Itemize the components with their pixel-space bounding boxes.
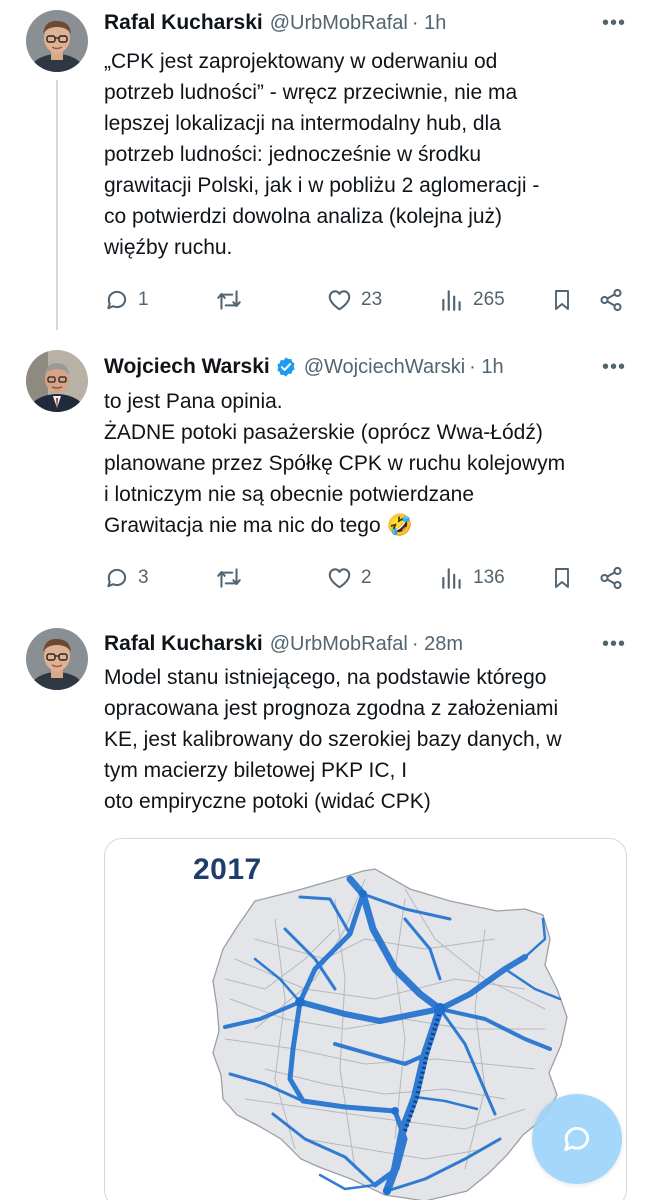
bookmark-button[interactable] (550, 285, 574, 315)
like-icon (328, 290, 351, 311)
views-icon (442, 290, 461, 311)
chat-bubble-icon (564, 1127, 590, 1152)
author-name[interactable]: Rafal Kucharski (104, 632, 263, 656)
reply-count: 1 (138, 289, 149, 310)
like-icon (328, 568, 351, 589)
tweet-text-line: lepszej lokalizacji na intermodalny hub,… (104, 112, 501, 135)
share-button[interactable] (598, 563, 624, 593)
tweet-header: Wojciech Warski @WojciechWarski · 1h ••• (104, 352, 632, 382)
tweet-text-line: oto empiryczne potoki (widać CPK) (104, 790, 431, 813)
tweet-text-line: KE, jest kalibrowany do szerokiej bazy d… (104, 728, 562, 751)
compose-reply-button[interactable] (532, 1094, 622, 1184)
thread-line (56, 80, 58, 330)
like-count: 2 (361, 567, 372, 588)
tweet-text-line: to jest Pana opinia. (104, 390, 283, 413)
tweet-header: Rafal Kucharski @UrbMobRafal · 1h ••• (104, 8, 632, 38)
reply-button[interactable]: 1 (104, 285, 149, 315)
tweet-actions: 3 2 136 (104, 563, 632, 593)
author-name[interactable]: Rafal Kucharski (104, 11, 263, 35)
views-button[interactable]: 265 (439, 285, 505, 315)
author-handle[interactable]: @UrbMobRafal (270, 12, 408, 35)
share-icon (600, 288, 622, 312)
repost-button[interactable] (215, 285, 243, 315)
views-count: 265 (473, 289, 505, 310)
tweet-time[interactable]: · 1h (469, 356, 503, 379)
tweet-text-line: Grawitacja nie ma nic do tego 🤣 (104, 514, 413, 537)
tweet-1[interactable]: Rafal Kucharski @UrbMobRafal · 1h ••• „C… (0, 0, 652, 334)
views-icon (442, 568, 461, 589)
more-options-icon[interactable]: ••• (602, 12, 626, 35)
author-handle[interactable]: @UrbMobRafal (270, 633, 408, 656)
tweet-text: Model stanu istniejącego, na podstawie k… (104, 662, 634, 817)
tweet-text-line: planowane przez Spółkę CPK w ruchu kolej… (104, 452, 566, 475)
tweet-text: to jest Pana opinia. ŻADNE potoki pasaże… (104, 386, 634, 541)
tweet-text-line: Model stanu istniejącego, na podstawie k… (104, 666, 547, 689)
avatar-rafal-kucharski[interactable] (26, 10, 88, 72)
more-options-icon[interactable]: ••• (602, 633, 626, 656)
bookmark-button[interactable] (550, 563, 574, 593)
repost-icon (217, 290, 241, 310)
reply-icon (107, 568, 127, 588)
share-button[interactable] (598, 285, 624, 315)
tweet-text-line: opracowana jest prognoza zgodna z założe… (104, 697, 559, 720)
reply-icon (107, 290, 127, 310)
repost-icon (217, 568, 241, 588)
tweet-text-line: potrzeb ludności: jednocześnie w środku (104, 143, 482, 166)
more-options-icon[interactable]: ••• (602, 356, 626, 379)
tweet-text-line: co potwierdzi dowolna analiza (kolejna j… (104, 205, 503, 228)
tweet-text: „CPK jest zaprojektowany w oderwaniu od … (104, 46, 634, 263)
like-count: 23 (361, 289, 383, 310)
repost-button[interactable] (215, 563, 243, 593)
views-button[interactable]: 136 (439, 563, 505, 593)
tweet-text-line: grawitacji Polski, jak i w pobliżu 2 agl… (104, 174, 540, 197)
tweet-2[interactable]: Wojciech Warski @WojciechWarski · 1h •••… (0, 334, 652, 612)
reply-button[interactable]: 3 (104, 563, 149, 593)
tweet-time[interactable]: · 1h (412, 12, 446, 35)
like-button[interactable]: 2 (326, 563, 372, 593)
tweet-header: Rafal Kucharski @UrbMobRafal · 28m ••• (104, 629, 632, 659)
tweet-text-line: potrzeb ludności” - wręcz przeciwnie, ni… (104, 81, 518, 104)
tweet-text-line: i lotniczym nie są obecnie potwierdzane (104, 483, 475, 506)
share-icon (600, 566, 622, 590)
avatar-rafal-kucharski[interactable] (26, 628, 88, 690)
like-button[interactable]: 23 (326, 285, 382, 315)
verified-badge-icon[interactable] (275, 356, 297, 378)
tweet-text-line: „CPK jest zaprojektowany w oderwaniu od (104, 50, 498, 73)
tweet-actions: 1 23 265 (104, 285, 632, 315)
tweet-text-line: ŻADNE potoki pasażerskie (oprócz Wwa-Łód… (104, 421, 543, 444)
tweet-text-line: więźby ruchu. (104, 236, 233, 259)
tweet-text-line: tym macierzy biletowej PKP IC, I (104, 759, 408, 782)
bookmark-icon (555, 290, 569, 310)
bookmark-icon (555, 568, 569, 588)
avatar-wojciech-warski[interactable] (26, 350, 88, 412)
author-handle[interactable]: @WojciechWarski (304, 356, 465, 379)
tweet-time[interactable]: · 28m (412, 633, 463, 656)
views-count: 136 (473, 567, 505, 588)
author-name[interactable]: Wojciech Warski (104, 355, 270, 379)
reply-count: 3 (138, 567, 149, 588)
